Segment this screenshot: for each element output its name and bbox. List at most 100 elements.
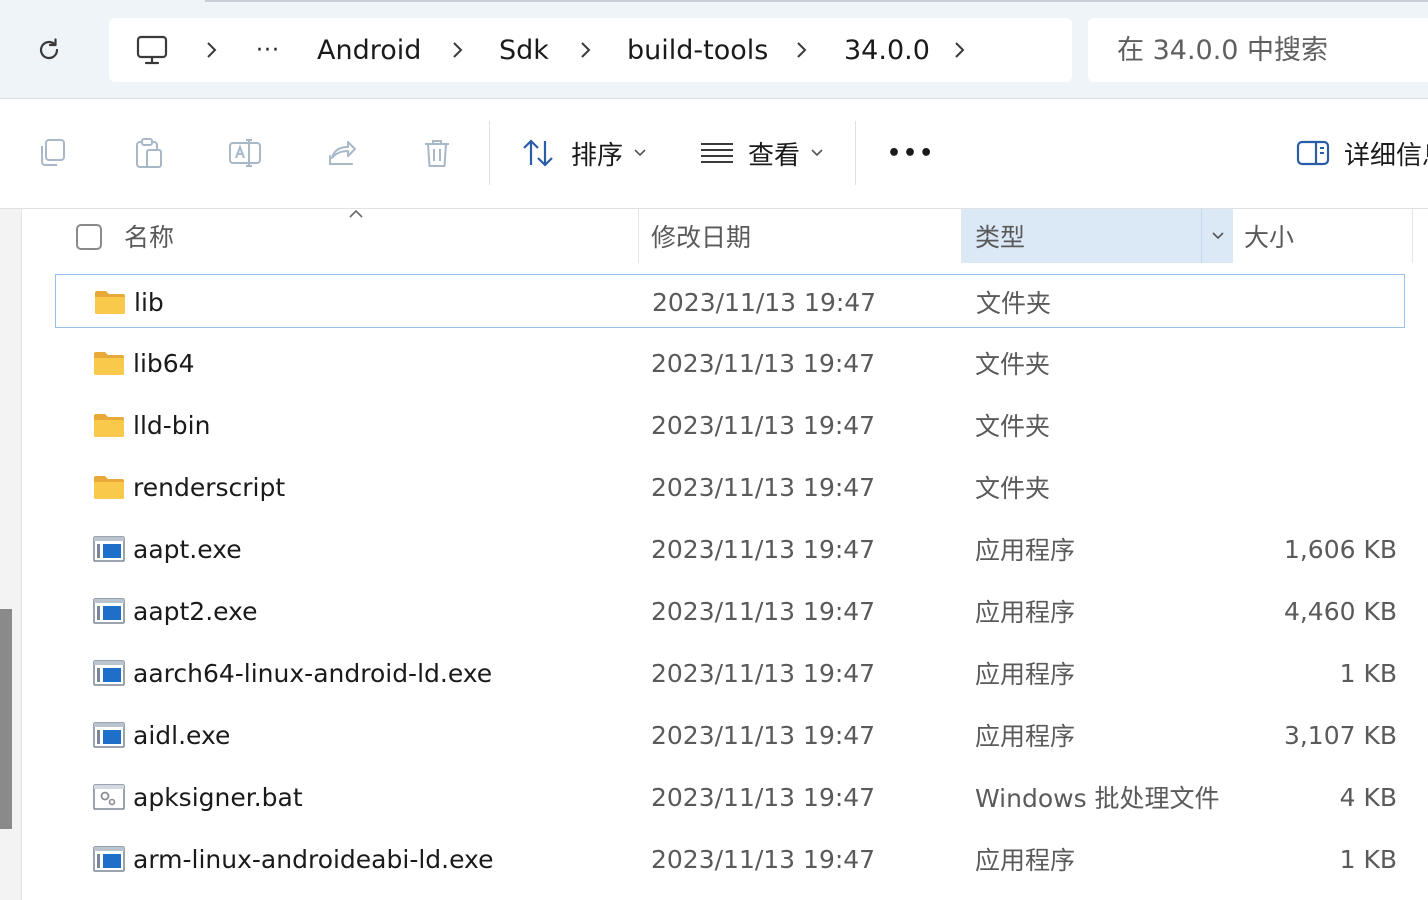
file-size: 1 KB bbox=[1339, 658, 1397, 688]
file-name: apksigner.bat bbox=[133, 782, 303, 812]
file-row[interactable]: lld-bin 2023/11/13 19:47 文件夹 bbox=[55, 398, 1405, 452]
file-name: aapt2.exe bbox=[133, 596, 258, 626]
search-input[interactable] bbox=[1088, 18, 1428, 82]
view-button[interactable]: 查看 bbox=[700, 129, 824, 177]
list-view-icon bbox=[701, 143, 733, 163]
toolbar-separator bbox=[855, 121, 856, 185]
details-pane-button[interactable]: 详细信息 bbox=[1296, 129, 1428, 177]
breadcrumb-chevron[interactable] bbox=[789, 18, 813, 82]
file-row[interactable]: renderscript 2023/11/13 19:47 文件夹 bbox=[55, 460, 1405, 514]
column-divider[interactable] bbox=[961, 209, 962, 263]
search-box[interactable] bbox=[1088, 18, 1428, 82]
file-name: arm-linux-androideabi-ld.exe bbox=[133, 844, 494, 874]
file-size: 4 KB bbox=[1339, 782, 1397, 812]
file-modified: 2023/11/13 19:47 bbox=[651, 844, 876, 874]
details-pane-icon bbox=[1296, 140, 1330, 166]
file-name: aapt.exe bbox=[133, 534, 242, 564]
column-divider[interactable] bbox=[638, 209, 639, 263]
file-row[interactable]: arm-linux-androideabi-ld.exe 2023/11/13 … bbox=[55, 832, 1405, 886]
file-size: 3,107 KB bbox=[1283, 720, 1397, 750]
file-row[interactable]: apksigner.bat 2023/11/13 19:47 Windows 批… bbox=[55, 770, 1405, 824]
breadcrumb-chevron[interactable] bbox=[199, 18, 223, 82]
breadcrumb-chevron[interactable] bbox=[445, 18, 469, 82]
file-name: renderscript bbox=[133, 472, 286, 502]
file-size: 1,606 KB bbox=[1283, 534, 1397, 564]
file-type: 应用程序 bbox=[975, 722, 1076, 751]
column-header-modified[interactable]: 修改日期 bbox=[651, 209, 751, 263]
chevron-down-icon bbox=[811, 149, 823, 157]
breadcrumb-item-34-0-0[interactable]: 34.0.0 bbox=[844, 18, 930, 82]
breadcrumb-overflow[interactable]: ··· bbox=[256, 18, 280, 82]
file-modified: 2023/11/13 19:47 bbox=[651, 534, 876, 564]
file-modified: 2023/11/13 19:47 bbox=[651, 596, 876, 626]
chevron-down-icon bbox=[634, 149, 646, 157]
file-name: lib64 bbox=[133, 348, 195, 378]
file-modified: 2023/11/13 19:47 bbox=[652, 287, 877, 317]
toolbar-separator bbox=[489, 121, 490, 185]
folder-icon bbox=[94, 476, 124, 499]
breadcrumb-chevron[interactable] bbox=[573, 18, 597, 82]
chevron-down-icon bbox=[1211, 232, 1224, 240]
refresh-icon bbox=[39, 38, 59, 60]
file-type: 文件夹 bbox=[975, 412, 1051, 441]
column-header-type[interactable]: 类型 bbox=[975, 209, 1025, 263]
breadcrumb-chevron[interactable] bbox=[947, 18, 971, 82]
copy-button[interactable] bbox=[31, 131, 75, 175]
navigation-pane bbox=[0, 209, 22, 900]
file-row[interactable]: lib 2023/11/13 19:47 文件夹 bbox=[55, 274, 1405, 328]
address-bar-region: ··· Android Sdk build-tools 34.0.0 bbox=[0, 0, 1428, 99]
type-column-dropdown[interactable] bbox=[1201, 209, 1233, 263]
clipboard-icon bbox=[136, 138, 162, 168]
file-size: 4,460 KB bbox=[1283, 596, 1397, 626]
rename-button[interactable] bbox=[223, 131, 267, 175]
file-row[interactable]: aapt.exe 2023/11/13 19:47 应用程序 1,606 KB bbox=[55, 522, 1405, 576]
copy-icon bbox=[41, 139, 65, 166]
monitor-icon bbox=[136, 35, 168, 65]
file-modified: 2023/11/13 19:47 bbox=[651, 782, 876, 812]
details-label: 详细信息 bbox=[1344, 140, 1428, 171]
share-button[interactable] bbox=[319, 131, 363, 175]
file-name: lib bbox=[134, 287, 164, 317]
folder-icon bbox=[94, 414, 124, 437]
bat-icon bbox=[93, 784, 125, 810]
file-row[interactable]: lib64 2023/11/13 19:47 文件夹 bbox=[55, 336, 1405, 390]
file-modified: 2023/11/13 19:47 bbox=[651, 348, 876, 378]
file-type: 应用程序 bbox=[975, 846, 1076, 875]
exe-icon bbox=[93, 660, 125, 686]
this-pc-button[interactable] bbox=[135, 33, 169, 67]
folder-icon bbox=[95, 291, 125, 314]
file-type: 应用程序 bbox=[975, 536, 1076, 565]
exe-icon bbox=[93, 846, 125, 872]
file-modified: 2023/11/13 19:47 bbox=[651, 720, 876, 750]
breadcrumb[interactable]: ··· Android Sdk build-tools 34.0.0 bbox=[109, 18, 1072, 82]
file-row[interactable]: aidl.exe 2023/11/13 19:47 应用程序 3,107 KB bbox=[55, 708, 1405, 762]
paste-button[interactable] bbox=[127, 131, 171, 175]
file-modified: 2023/11/13 19:47 bbox=[651, 410, 876, 440]
nav-scrollbar-thumb[interactable] bbox=[0, 609, 12, 829]
file-name: aarch64-linux-android-ld.exe bbox=[133, 658, 493, 688]
chevron-right-icon bbox=[955, 42, 965, 58]
exe-icon bbox=[93, 536, 125, 562]
exe-icon bbox=[93, 722, 125, 748]
folder-icon bbox=[94, 352, 124, 375]
file-row[interactable]: aapt2.exe 2023/11/13 19:47 应用程序 4,460 KB bbox=[55, 584, 1405, 638]
file-type: 应用程序 bbox=[975, 660, 1076, 689]
command-bar: 排序 查看 ••• 详细信息 bbox=[0, 99, 1428, 209]
breadcrumb-item-build-tools[interactable]: build-tools bbox=[627, 18, 768, 82]
refresh-button[interactable] bbox=[28, 30, 70, 70]
column-divider[interactable] bbox=[1412, 209, 1413, 263]
file-row[interactable]: aarch64-linux-android-ld.exe 2023/11/13 … bbox=[55, 646, 1405, 700]
share-icon bbox=[329, 141, 356, 165]
sort-icon bbox=[523, 139, 553, 167]
column-header-size[interactable]: 大小 bbox=[1244, 209, 1294, 263]
column-header-name[interactable]: 名称 bbox=[124, 209, 174, 263]
breadcrumb-item-android[interactable]: Android bbox=[317, 18, 421, 82]
delete-button[interactable] bbox=[415, 131, 459, 175]
file-modified: 2023/11/13 19:47 bbox=[651, 658, 876, 688]
breadcrumb-item-sdk[interactable]: Sdk bbox=[499, 18, 549, 82]
sort-button[interactable]: 排序 bbox=[521, 129, 647, 177]
more-options-button[interactable]: ••• bbox=[887, 129, 935, 177]
sort-label: 排序 bbox=[571, 140, 624, 171]
chevron-right-icon bbox=[453, 42, 463, 58]
file-type: 应用程序 bbox=[975, 598, 1076, 627]
